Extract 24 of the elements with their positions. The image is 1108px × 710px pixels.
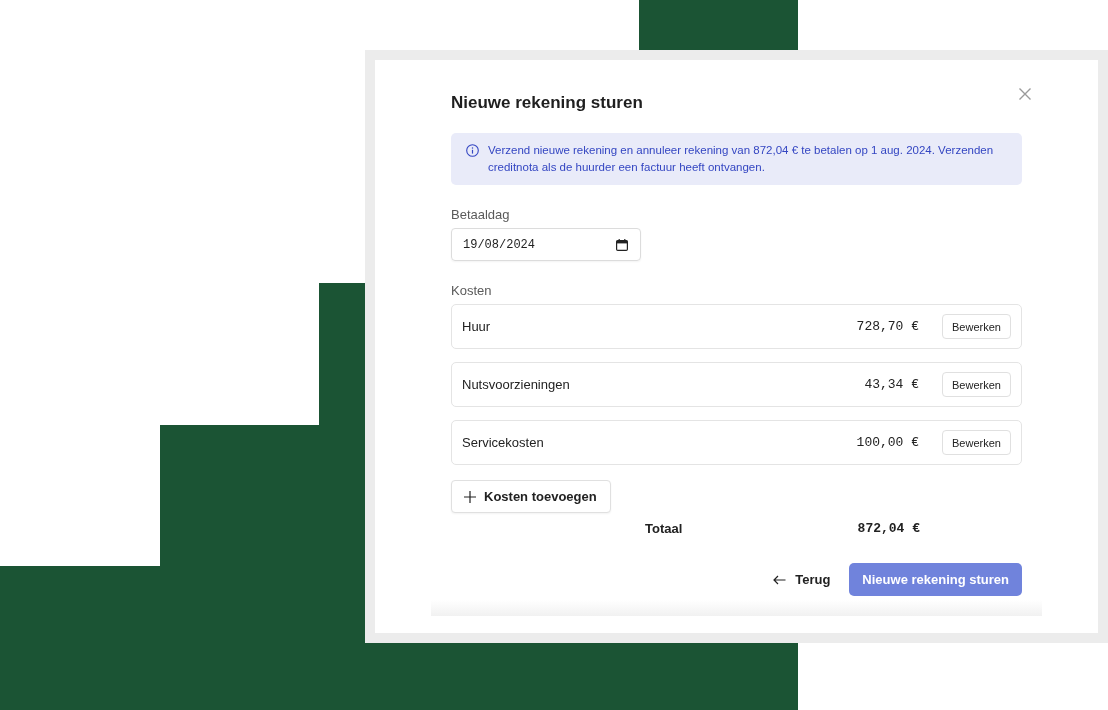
edit-button[interactable]: Bewerken	[942, 430, 1011, 455]
cost-amount: 100,00 €	[856, 435, 919, 450]
arrow-left-icon	[773, 574, 787, 585]
cost-amount: 728,70 €	[856, 319, 919, 334]
back-button[interactable]: Terug	[773, 568, 831, 591]
cost-name: Nutsvoorzieningen	[462, 377, 570, 392]
total-label: Totaal	[645, 520, 683, 536]
info-text: Verzend nieuwe rekening en annuleer rekening van 872,04 € te betalen op 1 aug. 2024. Verzenden creditnota als de huurder een factuur heeft ontvangen.	[488, 143, 995, 175]
cost-amount: 43,34 €	[864, 377, 919, 392]
close-icon[interactable]	[1019, 88, 1031, 100]
dialog-title: Nieuwe rekening sturen	[451, 92, 643, 114]
date-field[interactable]: 19/08/2024	[451, 228, 641, 261]
cost-name: Servicekosten	[462, 435, 544, 450]
cost-name: Huur	[462, 319, 491, 334]
info-icon	[466, 144, 479, 157]
total-amount: 872,04 €	[857, 520, 920, 536]
add-cost-button[interactable]: Kosten toevoegen	[451, 480, 611, 513]
payment-day-label: Betaaldag	[451, 207, 510, 223]
edit-button[interactable]: Bewerken	[942, 372, 1011, 397]
edit-button[interactable]: Bewerken	[942, 314, 1011, 339]
submit-button[interactable]: Nieuwe rekening sturen	[849, 563, 1022, 596]
costs-label: Kosten	[451, 283, 492, 299]
plus-icon	[464, 490, 476, 503]
calendar-icon[interactable]	[616, 238, 628, 251]
